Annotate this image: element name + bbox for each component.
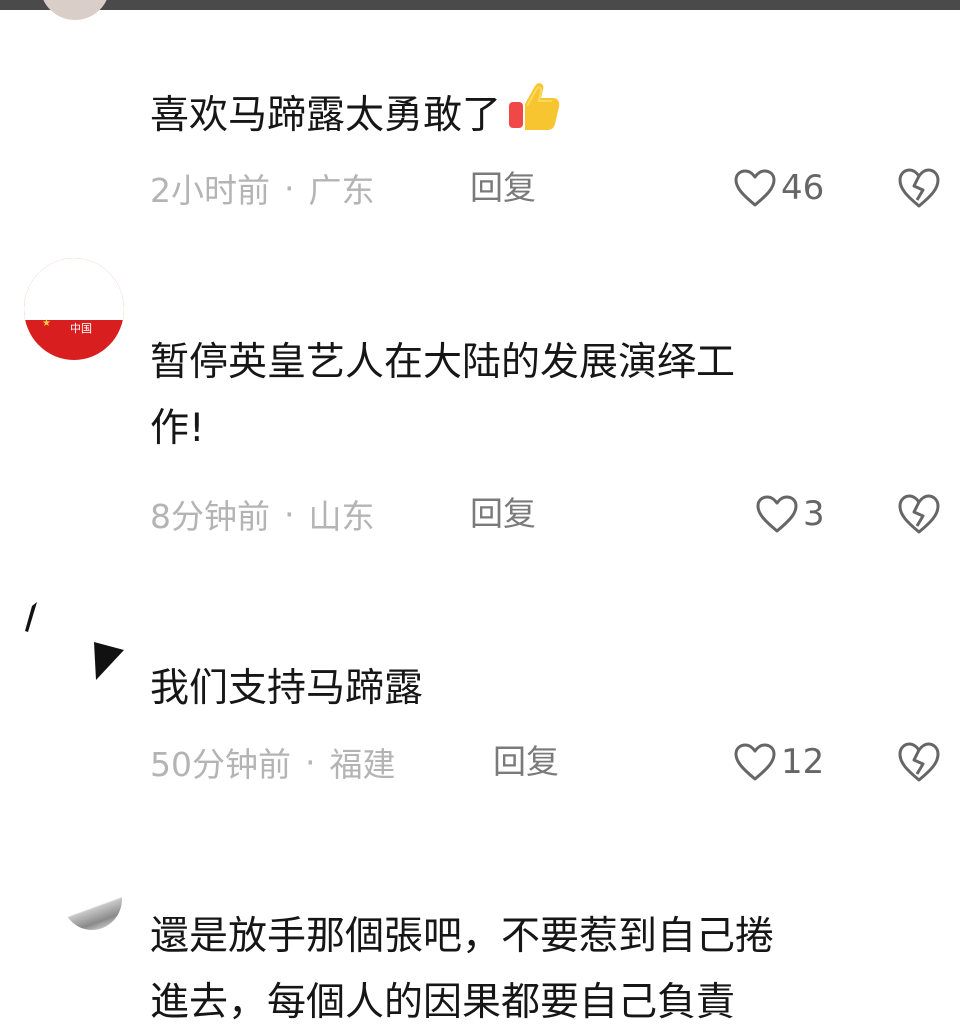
like-button[interactable]: 3 — [755, 492, 825, 536]
like-button[interactable]: 46 — [733, 166, 824, 210]
like-count: 12 — [781, 742, 825, 782]
avatar[interactable] — [18, 598, 128, 688]
comment-text: 喜欢马蹄露太勇敢了 — [150, 78, 561, 149]
comment-meta: 8分钟前 · 山东 — [150, 492, 375, 537]
heart-icon — [734, 169, 776, 207]
dislike-button[interactable] — [896, 492, 942, 536]
dislike-button[interactable] — [896, 166, 942, 210]
like-count: 3 — [803, 494, 825, 534]
avatar[interactable] — [62, 868, 122, 930]
thumbs-up-icon — [509, 83, 560, 130]
comment-text: 還是放手那個張吧，不要惹到自己捲 進去，每個人的因果都要自己負責 — [150, 914, 775, 1025]
comment-text: 我们支持马蹄露 — [150, 666, 424, 711]
reply-button[interactable]: 回复 — [470, 492, 536, 536]
avatar[interactable] — [40, 0, 110, 20]
avatar-top-mask — [24, 258, 124, 320]
like-count: 46 — [781, 168, 825, 208]
avatar-label: 中国 — [70, 322, 92, 335]
comment-time: 2小时前 — [150, 171, 270, 210]
comment-text: 暂停英皇艺人在大陆的发展演绎工 作! — [150, 340, 736, 451]
comment-location: 广东 — [308, 171, 375, 210]
comment-time: 50分钟前 — [150, 745, 291, 784]
avatar-star: ★ — [42, 318, 51, 329]
heart-icon — [756, 495, 798, 533]
comment-meta: 2小时前 · 广东 — [150, 166, 375, 211]
comment-meta: 50分钟前 · 福建 — [150, 740, 396, 785]
like-button[interactable]: 12 — [733, 740, 824, 784]
reply-button[interactable]: 回复 — [493, 740, 559, 784]
meta-separator: · — [284, 168, 295, 208]
comment-location: 山东 — [308, 497, 375, 536]
reply-button[interactable]: 回复 — [470, 166, 536, 210]
heart-icon — [734, 743, 776, 781]
dislike-button[interactable] — [896, 740, 942, 784]
comment-location: 福建 — [329, 745, 396, 784]
comment-time: 8分钟前 — [150, 497, 270, 536]
top-divider — [0, 0, 960, 10]
meta-separator: · — [305, 742, 316, 782]
avatar[interactable]: ★ 中国 — [24, 258, 124, 360]
meta-separator: · — [284, 494, 295, 534]
